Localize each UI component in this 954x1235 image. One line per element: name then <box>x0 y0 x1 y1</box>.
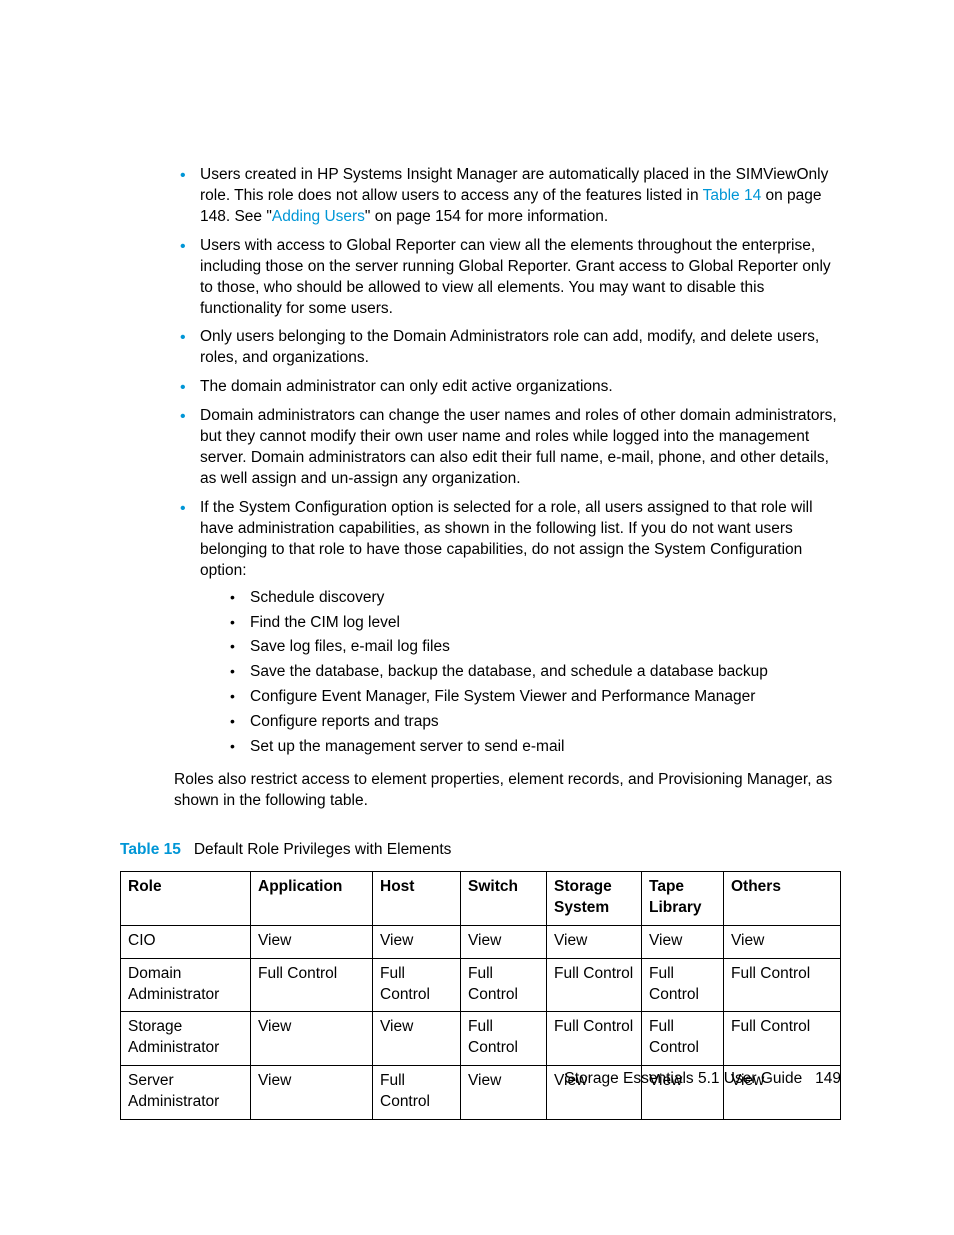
cell: Full Control <box>547 958 642 1012</box>
col-header: Application <box>251 871 373 925</box>
adding-users-link[interactable]: Adding Users <box>272 208 365 225</box>
list-item: If the System Configuration option is se… <box>120 498 841 758</box>
page-footer: Storage Essentials 5.1 User Guide 149 <box>564 1069 841 1090</box>
cell: Full Control <box>642 1012 724 1066</box>
cell: Storage Administrator <box>121 1012 251 1066</box>
list-item: Set up the management server to send e-m… <box>200 737 841 758</box>
cell: Full Control <box>461 958 547 1012</box>
cell: Domain Administrator <box>121 958 251 1012</box>
table-row: Storage Administrator View View Full Con… <box>121 1012 841 1066</box>
col-header: Host <box>373 871 461 925</box>
col-header: Tape Library <box>642 871 724 925</box>
cell: View <box>724 925 841 958</box>
cell: CIO <box>121 925 251 958</box>
sub-bullet-list: Schedule discovery Find the CIM log leve… <box>200 588 841 758</box>
col-header: Storage System <box>547 871 642 925</box>
cell: Full Control <box>373 1066 461 1120</box>
list-item: The domain administrator can only edit a… <box>120 377 841 398</box>
cell: Full Control <box>642 958 724 1012</box>
cell: Full Control <box>251 958 373 1012</box>
cell: Full Control <box>373 958 461 1012</box>
list-item: Save the database, backup the database, … <box>200 662 841 683</box>
table-header-row: Role Application Host Switch Storage Sys… <box>121 871 841 925</box>
table-14-link[interactable]: Table 14 <box>703 187 762 204</box>
text: " on page 154 for more information. <box>365 208 608 225</box>
list-item: Users with access to Global Reporter can… <box>120 236 841 320</box>
list-item: Find the CIM log level <box>200 613 841 634</box>
page-number: 149 <box>815 1070 841 1087</box>
cell: Full Control <box>547 1012 642 1066</box>
top-bullet-list: Users created in HP Systems Insight Mana… <box>120 165 841 758</box>
paragraph: Roles also restrict access to element pr… <box>174 770 841 812</box>
page-content: Users created in HP Systems Insight Mana… <box>0 0 954 1235</box>
col-header: Others <box>724 871 841 925</box>
list-item: Domain administrators can change the use… <box>120 406 841 490</box>
cell: Full Control <box>724 958 841 1012</box>
cell: View <box>251 1012 373 1066</box>
text: If the System Configuration option is se… <box>200 499 813 579</box>
cell: View <box>642 925 724 958</box>
list-item: Configure Event Manager, File System Vie… <box>200 687 841 708</box>
col-header: Switch <box>461 871 547 925</box>
cell: View <box>461 925 547 958</box>
list-item: Configure reports and traps <box>200 712 841 733</box>
cell: Full Control <box>724 1012 841 1066</box>
cell: View <box>373 925 461 958</box>
list-item: Schedule discovery <box>200 588 841 609</box>
cell: View <box>547 925 642 958</box>
cell: View <box>251 925 373 958</box>
cell: Full Control <box>461 1012 547 1066</box>
cell: View <box>251 1066 373 1120</box>
table-label: Table 15 <box>120 841 181 858</box>
table-row: Domain Administrator Full Control Full C… <box>121 958 841 1012</box>
table-caption: Table 15 Default Role Privileges with El… <box>120 840 841 861</box>
list-item: Save log files, e-mail log files <box>200 637 841 658</box>
table-row: CIO View View View View View View <box>121 925 841 958</box>
footer-doc-title: Storage Essentials 5.1 User Guide <box>564 1070 802 1087</box>
cell: View <box>461 1066 547 1120</box>
list-item: Users created in HP Systems Insight Mana… <box>120 165 841 228</box>
cell: Server Administrator <box>121 1066 251 1120</box>
col-header: Role <box>121 871 251 925</box>
table-caption-text: Default Role Privileges with Elements <box>194 841 452 858</box>
list-item: Only users belonging to the Domain Admin… <box>120 327 841 369</box>
cell: View <box>373 1012 461 1066</box>
